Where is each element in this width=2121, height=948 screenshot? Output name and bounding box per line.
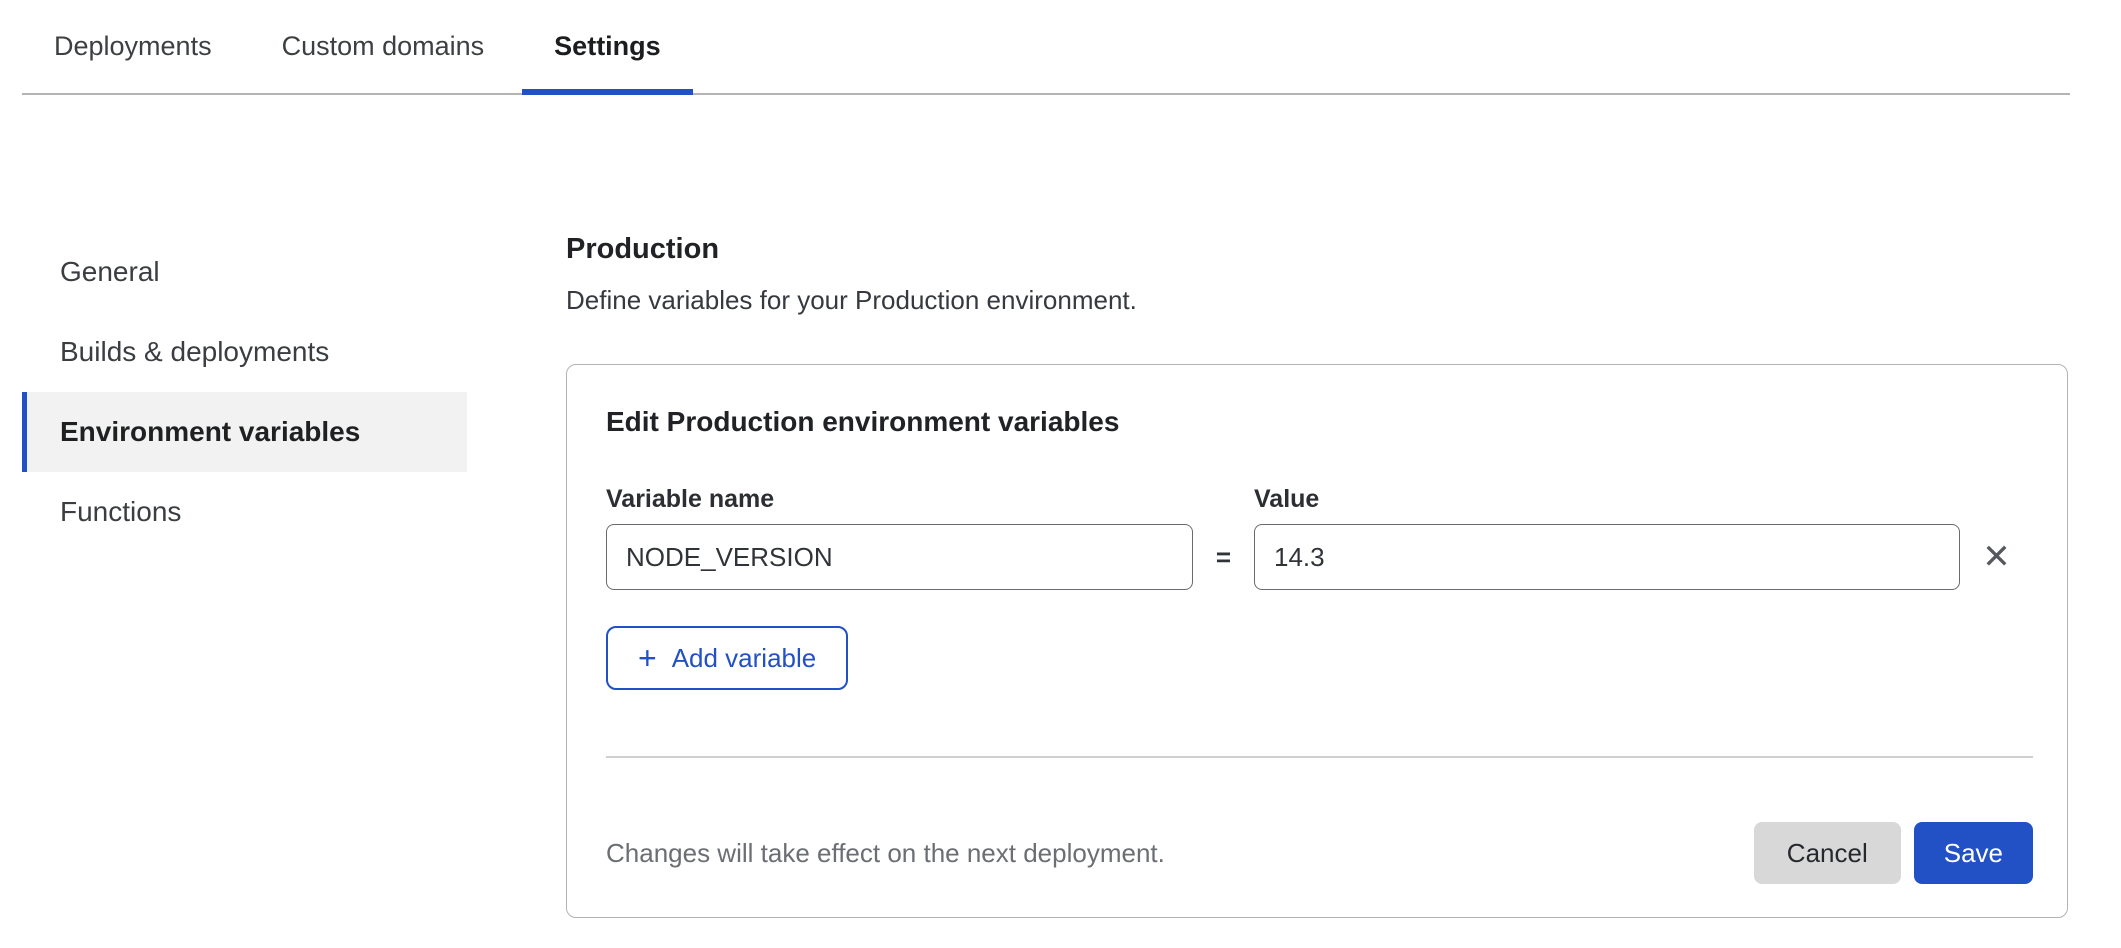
tab-deployments[interactable]: Deployments <box>22 0 244 93</box>
footer-actions: Cancel Save <box>1754 822 2033 884</box>
variable-name-label: Variable name <box>606 485 1193 524</box>
remove-variable-button[interactable]: ✕ <box>1982 540 2011 574</box>
sidebar-item-general-label: General <box>60 256 160 288</box>
environment-variables-panel: Production Define variables for your Pro… <box>566 232 2068 918</box>
variable-name-input[interactable] <box>606 524 1193 590</box>
sidebar-item-functions-label: Functions <box>60 496 181 528</box>
save-button[interactable]: Save <box>1914 822 2033 884</box>
card-title: Edit Production environment variables <box>606 405 2033 439</box>
sidebar-item-functions[interactable]: Functions <box>22 472 467 552</box>
tab-bar: Deployments Custom domains Settings <box>22 0 2070 95</box>
edit-variables-card: Edit Production environment variables Va… <box>566 364 2068 918</box>
cancel-button[interactable]: Cancel <box>1754 822 1901 884</box>
settings-sidebar: General Builds & deployments Environment… <box>22 232 467 552</box>
sidebar-item-builds-deployments[interactable]: Builds & deployments <box>22 312 467 392</box>
sidebar-item-environment-variables-label: Environment variables <box>60 416 360 448</box>
card-footer: Changes will take effect on the next dep… <box>606 822 2033 884</box>
tab-deployments-label: Deployments <box>54 31 212 62</box>
variable-value-input[interactable] <box>1254 524 1960 590</box>
tab-custom-domains[interactable]: Custom domains <box>250 0 517 93</box>
tab-custom-domains-label: Custom domains <box>282 31 485 62</box>
variable-row: = ✕ <box>606 524 2033 590</box>
add-variable-label: Add variable <box>672 643 817 674</box>
sidebar-item-general[interactable]: General <box>22 232 467 312</box>
equals-sign: = <box>1193 542 1254 573</box>
footer-note: Changes will take effect on the next dep… <box>606 838 1165 869</box>
value-label: Value <box>1254 485 1960 524</box>
settings-content: General Builds & deployments Environment… <box>0 95 2121 918</box>
section-title: Production <box>566 232 2068 266</box>
sidebar-item-builds-deployments-label: Builds & deployments <box>60 336 329 368</box>
tab-settings-label: Settings <box>554 31 661 62</box>
section-description: Define variables for your Production env… <box>566 284 2068 316</box>
close-icon: ✕ <box>1982 538 2011 576</box>
card-divider <box>606 756 2033 758</box>
tab-settings[interactable]: Settings <box>522 0 693 93</box>
add-variable-button[interactable]: + Add variable <box>606 626 848 690</box>
plus-icon: + <box>638 642 657 674</box>
field-labels-row: Variable name Value <box>606 485 2033 524</box>
active-tab-underline <box>522 89 693 95</box>
sidebar-item-environment-variables[interactable]: Environment variables <box>22 392 467 472</box>
